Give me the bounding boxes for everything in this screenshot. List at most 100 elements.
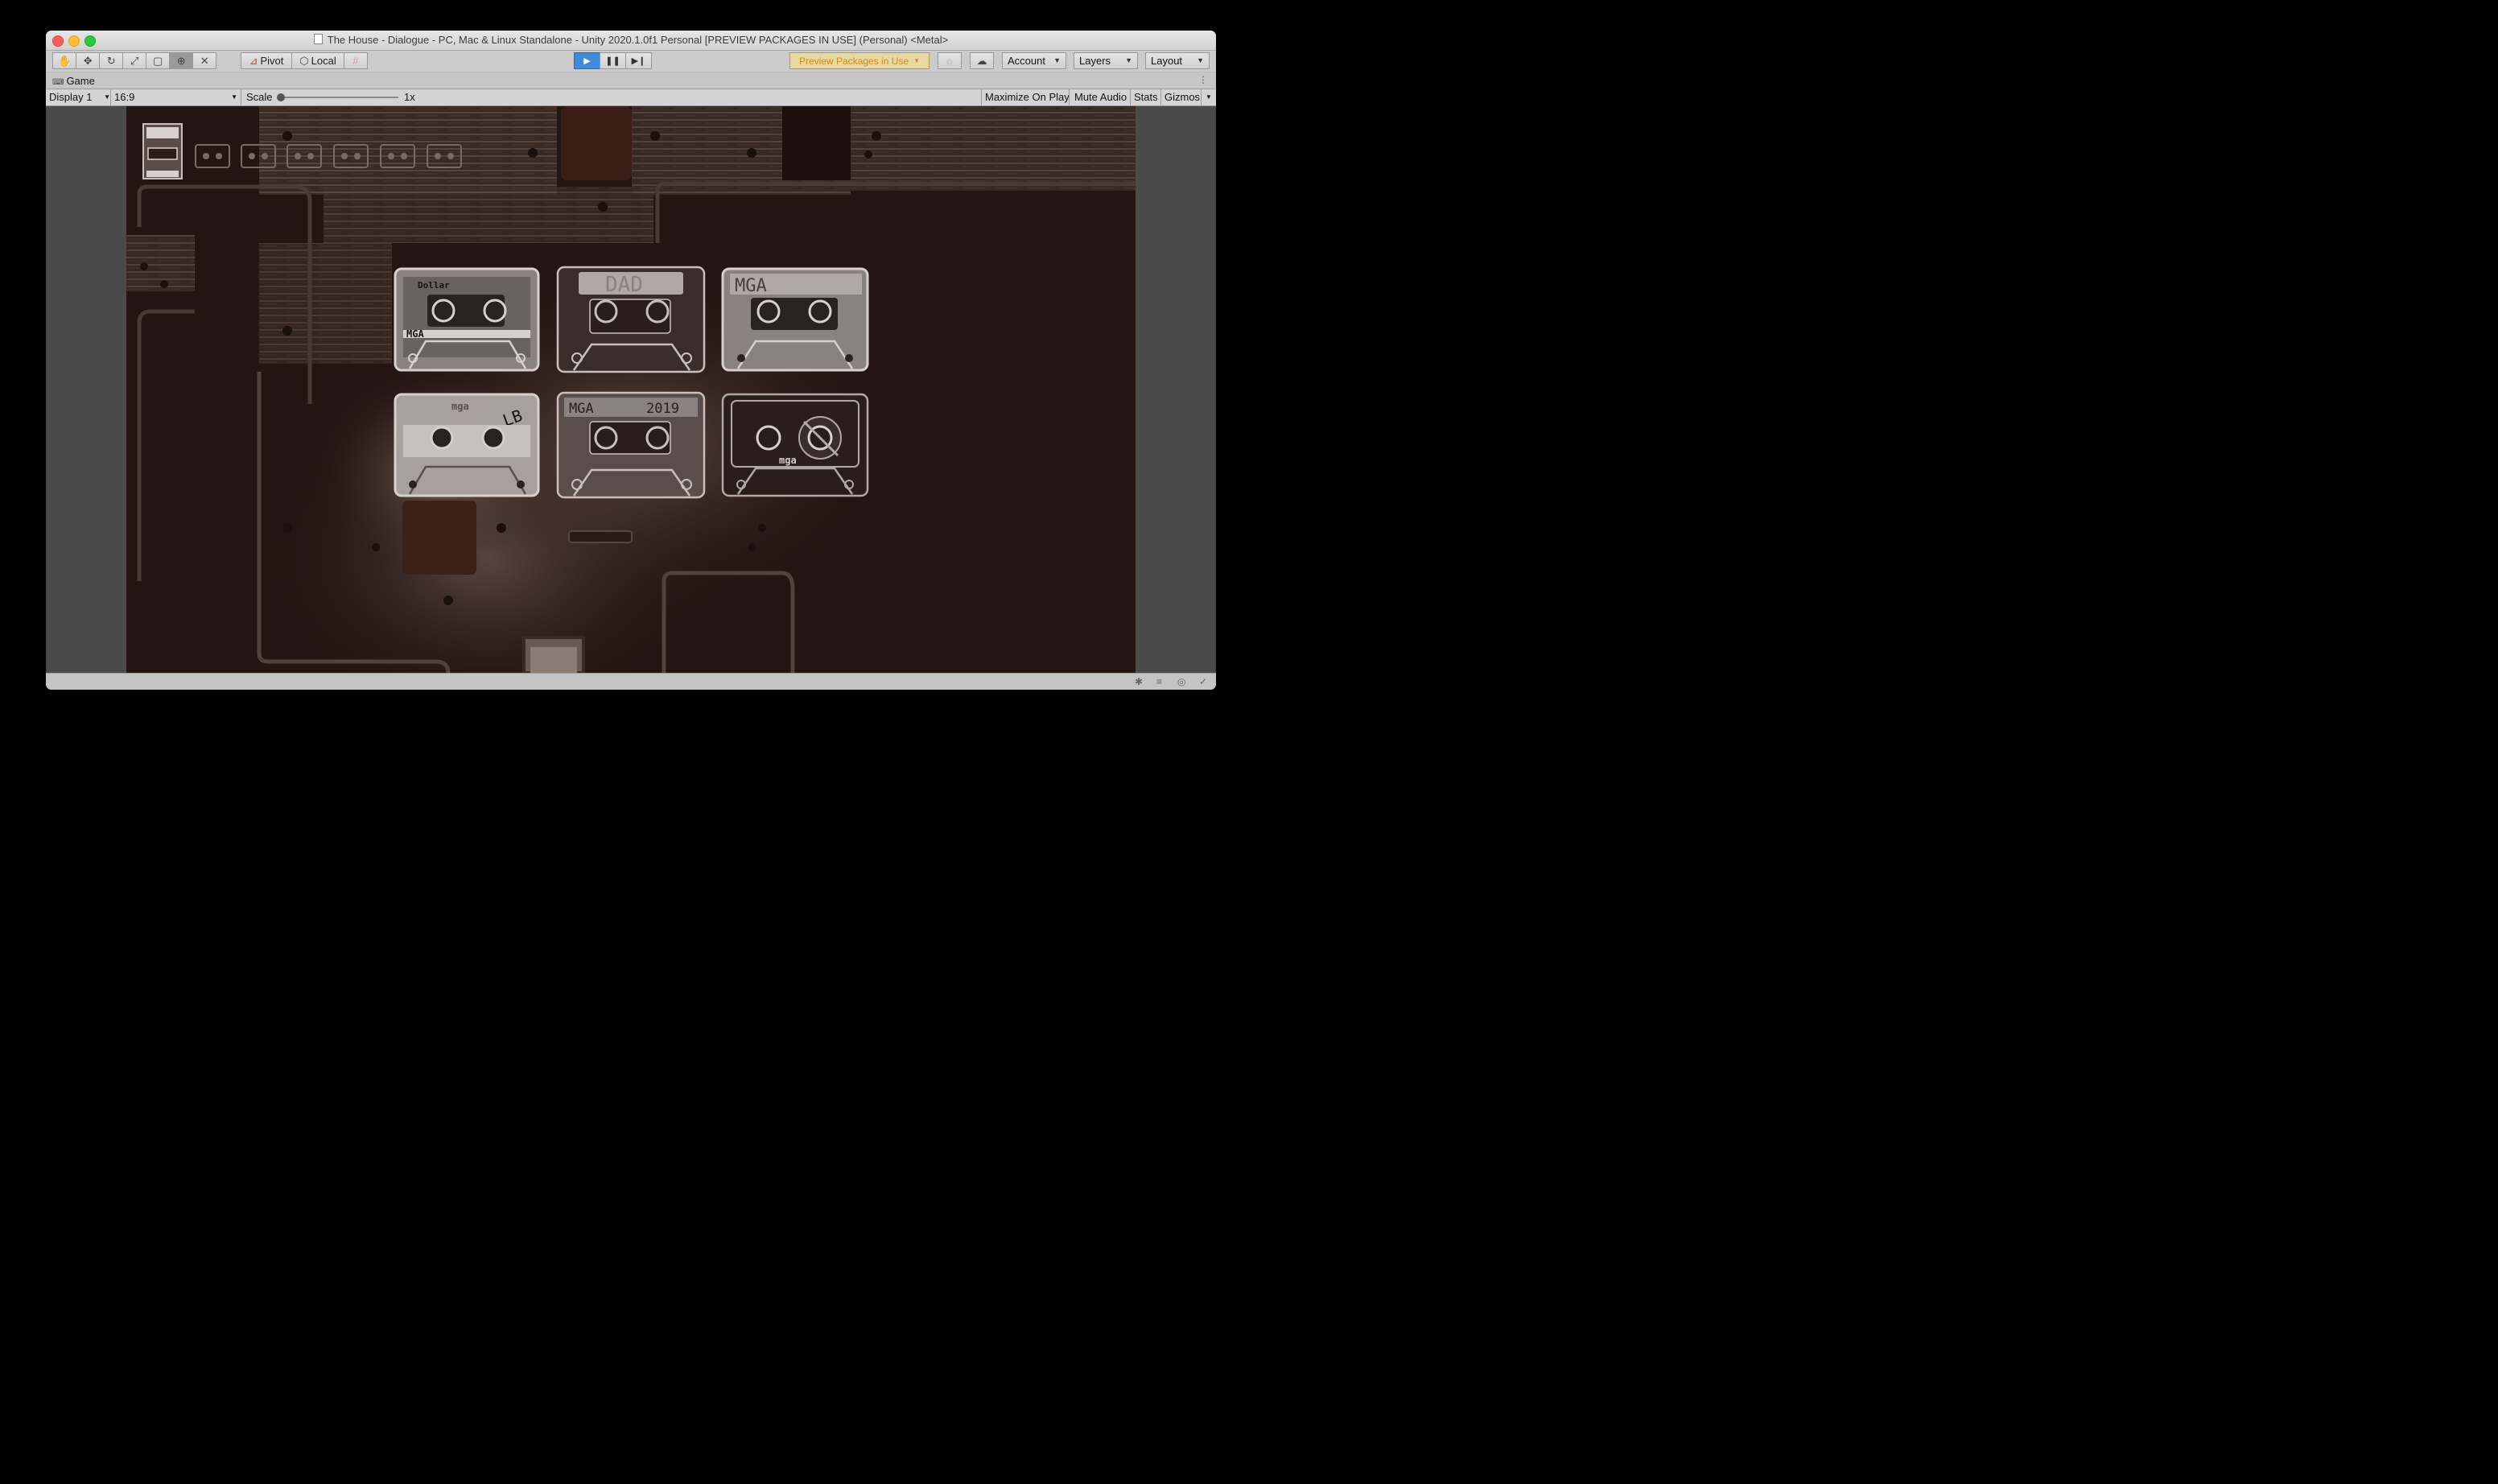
cloud-button[interactable]: ☁ <box>970 52 994 69</box>
database-icon[interactable]: ≡ <box>1156 676 1162 687</box>
document-icon <box>313 34 323 44</box>
grid-snap-icon: # <box>352 55 359 67</box>
pivot-label: Pivot <box>260 55 284 67</box>
move-tool-button[interactable]: ✥ <box>76 52 101 69</box>
tab-game[interactable]: ⌨ Game <box>52 75 95 87</box>
window-title-wrap: The House - Dialogue - PC, Mac & Linux S… <box>46 34 1216 46</box>
cassette-4-label: mga <box>451 401 469 412</box>
account-label: Account <box>1008 55 1045 67</box>
gizmos-dropdown-arrow[interactable]: ▼ <box>1201 89 1216 105</box>
cassette-1-note: Dollar <box>418 280 450 291</box>
pivot-button[interactable]: ⊿ Pivot <box>241 52 292 69</box>
chevron-down-icon: ▼ <box>104 93 110 101</box>
hand-tool-button[interactable]: ✋ <box>52 52 77 69</box>
cassette-5-label: MGA <box>569 401 594 417</box>
cassette-tape-3[interactable]: MGA <box>721 267 869 372</box>
chevron-down-icon: ▼ <box>1053 56 1061 64</box>
game-tab-bar: ⌨ Game ⋮ <box>46 72 1216 89</box>
more-options-icon[interactable]: ⋮ <box>1198 74 1208 85</box>
grid-snap-button[interactable]: # <box>344 52 368 69</box>
scale-tool-button[interactable]: ⤢ <box>122 52 147 69</box>
status-bar: ✱ ≡ ◎ ✓ <box>46 673 1216 690</box>
aspect-value: 16:9 <box>114 91 135 103</box>
scale-icon: ⤢ <box>130 54 139 67</box>
cassette-3-label: MGA <box>735 276 767 296</box>
custom-tool-button[interactable]: ✕ <box>192 52 217 69</box>
cassette-2-label: DAD <box>605 273 643 297</box>
tab-game-label: Game <box>66 75 95 87</box>
stats-toggle[interactable]: Stats <box>1130 89 1161 105</box>
auto-generate-lighting-icon[interactable]: ◎ <box>1177 676 1185 687</box>
cassette-1-label: MGA <box>406 328 424 340</box>
cassette-tape-1[interactable]: Dollar MGA <box>394 267 540 372</box>
cassette-tape-6[interactable]: mga <box>721 393 869 497</box>
scale-label: Scale <box>246 91 273 103</box>
chevron-down-icon: ▼ <box>231 93 237 101</box>
game-render[interactable]: Dollar MGA DAD MGA mga LB MGA 2019 mga <box>126 106 1136 673</box>
stats-label: Stats <box>1134 91 1158 103</box>
scale-slider-track[interactable] <box>281 97 398 98</box>
account-dropdown[interactable]: Account ▼ <box>1002 52 1066 69</box>
cassette-tape-2[interactable]: DAD <box>556 266 706 373</box>
pivot-group: ⊿ Pivot ⬡ Local # <box>241 52 368 69</box>
layers-label: Layers <box>1079 55 1111 67</box>
pivot-icon: ⊿ <box>249 54 258 67</box>
pause-icon: ❚❚ <box>605 56 620 66</box>
rotate-tool-button[interactable]: ↻ <box>99 52 124 69</box>
bug-icon[interactable]: ✱ <box>1135 676 1143 687</box>
cassette-6-label: mga <box>779 455 797 466</box>
transform-tool-button[interactable]: ⊕ <box>169 52 194 69</box>
cassette-tape-4[interactable]: mga LB <box>394 393 540 497</box>
transform-icon: ⊕ <box>176 54 186 67</box>
rect-icon: ▢ <box>153 54 163 67</box>
chevron-down-icon: ▼ <box>1197 56 1204 64</box>
aspect-dropdown[interactable]: 16:9 ▼ <box>110 89 241 105</box>
chevron-down-icon: ▼ <box>1125 56 1132 64</box>
step-button[interactable]: ▶❙ <box>625 52 652 69</box>
tools-icon: ✕ <box>200 54 209 67</box>
game-viewport[interactable]: Dollar MGA DAD MGA mga LB MGA 2019 mga <box>46 106 1216 673</box>
play-icon: ▶ <box>583 56 591 66</box>
game-view-toolbar: Display 1 ▼ 16:9 ▼ Scale 1x Maximize On … <box>46 89 1216 106</box>
mute-audio-toggle[interactable]: Mute Audio <box>1069 89 1132 105</box>
transform-tools: ✋ ✥ ↻ ⤢ ▢ ⊕ ✕ <box>52 52 217 69</box>
gamepad-icon: ⌨ <box>52 78 64 87</box>
local-label: Local <box>311 55 336 67</box>
layout-dropdown[interactable]: Layout ▼ <box>1145 52 1210 69</box>
playmode-controls: ▶ ❚❚ ▶❙ <box>574 52 652 69</box>
maximize-on-play-toggle[interactable]: Maximize On Play <box>981 89 1073 105</box>
display-dropdown[interactable]: Display 1 ▼ <box>49 89 110 105</box>
gizmos-label: Gizmos <box>1164 91 1201 103</box>
preview-packages-label: Preview Packages in Use <box>799 55 909 67</box>
chevron-down-icon: ▼ <box>913 57 920 64</box>
window-title: The House - Dialogue - PC, Mac & Linux S… <box>327 34 949 46</box>
game-scene: Dollar MGA DAD MGA mga LB MGA 2019 mga <box>126 106 1136 673</box>
hand-icon: ✋ <box>58 54 72 67</box>
pause-button[interactable]: ❚❚ <box>600 52 626 69</box>
move-icon: ✥ <box>83 54 93 67</box>
cloud-icon: ☁ <box>976 54 987 67</box>
display-value: Display 1 <box>49 91 93 103</box>
scale-slider-handle[interactable] <box>277 93 285 101</box>
local-cube-icon: ⬡ <box>299 54 309 67</box>
mute-label: Mute Audio <box>1074 91 1127 103</box>
check-circle-icon[interactable]: ✓ <box>1199 676 1207 687</box>
local-button[interactable]: ⬡ Local <box>291 52 344 69</box>
preview-packages-button[interactable]: Preview Packages in Use ▼ <box>789 52 930 69</box>
scale-value: 1x <box>404 91 415 103</box>
main-toolbar: ✋ ✥ ↻ ⤢ ▢ ⊕ ✕ ⊿ Pivot ⬡ Local # ▶ ❚❚ ▶❙ Pr… <box>46 51 1216 72</box>
rect-tool-button[interactable]: ▢ <box>146 52 171 69</box>
cassette-tape-5[interactable]: MGA 2019 <box>556 391 706 499</box>
collab-button[interactable]: ☼ <box>938 52 962 69</box>
title-bar: The House - Dialogue - PC, Mac & Linux S… <box>46 31 1216 51</box>
gizmos-toggle[interactable]: Gizmos <box>1160 89 1203 105</box>
maximize-label: Maximize On Play <box>985 91 1070 103</box>
unity-editor-window: The House - Dialogue - PC, Mac & Linux S… <box>46 31 1216 690</box>
rotate-icon: ↻ <box>106 54 116 67</box>
cassette-5-note: 2019 <box>646 401 679 417</box>
step-icon: ▶❙ <box>631 56 646 66</box>
play-button[interactable]: ▶ <box>574 52 600 69</box>
layout-label: Layout <box>1151 55 1183 67</box>
layers-dropdown[interactable]: Layers ▼ <box>1074 52 1138 69</box>
collab-icon: ☼ <box>945 55 954 67</box>
